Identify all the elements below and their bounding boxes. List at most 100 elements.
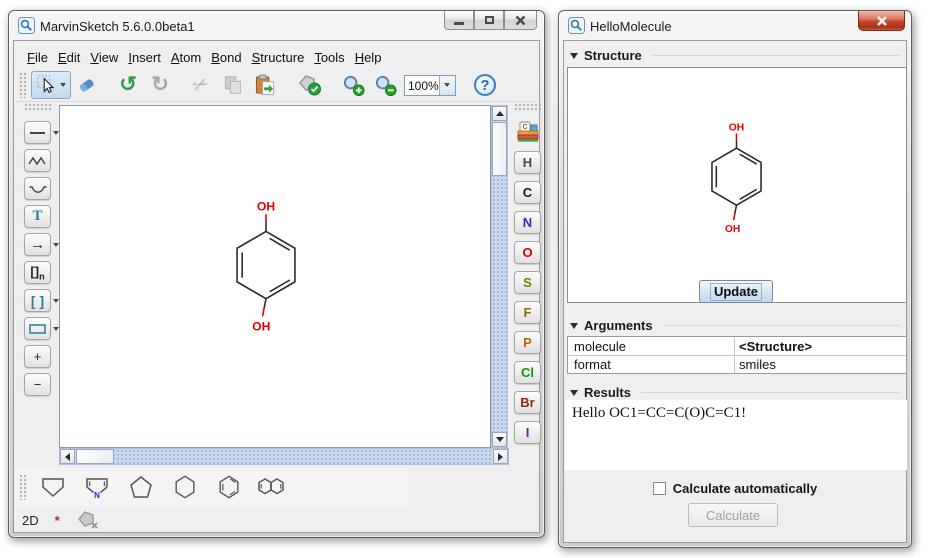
canvas-horizontal-scrollbar[interactable] [59,448,509,465]
dimension-indicator[interactable]: 2D [22,513,39,528]
results-section-header[interactable]: Results [570,385,900,400]
template-bar-grip[interactable] [19,474,28,500]
element-button-f[interactable]: F [514,301,541,324]
undo-button[interactable]: ↺ [112,71,144,99]
eraser-button[interactable] [71,71,103,99]
select-tool-dropdown[interactable] [60,83,66,87]
zoom-level-combo[interactable]: 100% [404,75,456,96]
select-tool-button[interactable] [31,71,71,99]
menu-edit[interactable]: Edit [58,50,80,65]
template-cyclopentane-button[interactable] [119,470,163,504]
structure-check-status-icon [76,510,100,530]
close-button[interactable] [858,11,905,31]
element-button-p[interactable]: P [514,331,541,354]
minimize-icon [454,22,464,25]
template-benzene-button[interactable] [207,470,251,504]
zoom-out-icon [373,74,398,97]
menu-tools[interactable]: Tools [314,50,344,65]
redo-icon: ↻ [151,75,169,95]
paste-button[interactable] [249,71,281,99]
menu-view[interactable]: View [90,50,118,65]
arrow-up-icon [496,111,504,116]
element-button-n[interactable]: N [514,211,541,234]
toolbar-grip[interactable] [19,72,28,98]
text-tool-icon: T [32,208,42,225]
calculate-button[interactable]: Calculate [688,503,778,527]
horizontal-scroll-thumb[interactable] [76,449,114,464]
minimize-button[interactable] [444,11,474,30]
section-title: Structure [584,48,642,63]
arguments-section-header[interactable]: Arguments [570,318,900,333]
hello-content: Structure OH OH Upda [563,40,907,543]
template-naphthalene-button[interactable] [251,470,295,504]
decrease-charge-button[interactable]: − [24,373,51,396]
zoom-out-button[interactable] [369,71,401,99]
template-pyrrole-button[interactable]: N [75,470,119,504]
scroll-up-button[interactable] [492,106,507,121]
molecule-structure[interactable]: OH OH [210,196,322,336]
template-cyclopentadiene-button[interactable] [31,470,75,504]
cut-button[interactable]: ✂ [185,71,217,99]
scroll-left-button[interactable] [60,449,75,464]
scroll-down-button[interactable] [492,432,507,447]
element-button-o[interactable]: O [514,241,541,264]
argument-name-cell[interactable]: format [568,356,735,373]
single-bond-icon [29,130,46,136]
element-button-i[interactable]: I [514,421,541,444]
hello-titlebar[interactable]: HelloMolecule [559,11,911,40]
results-text: Hello OC1=CC=C(O)C=C1! [572,405,746,421]
redo-button[interactable]: ↻ [144,71,176,99]
arc-tool-button[interactable] [24,177,51,200]
zoom-level-value[interactable]: 100% [405,76,439,95]
menu-insert[interactable]: Insert [128,50,161,65]
menu-file[interactable]: File [27,50,48,65]
element-button-cl[interactable]: Cl [514,361,541,384]
molecule-structure: OH OH [689,118,784,237]
check-structure-button[interactable] [290,71,328,99]
element-button-s[interactable]: S [514,271,541,294]
periodic-table-button[interactable]: C [514,120,542,144]
menu-structure[interactable]: Structure [252,50,305,65]
results-output-area[interactable]: Hello OC1=CC=C(O)C=C1! [565,400,907,470]
repeating-group-tool-button[interactable]: []n [24,261,51,284]
argument-name-cell[interactable]: molecule [568,337,735,355]
menu-bond[interactable]: Bond [211,50,241,65]
copy-button[interactable] [217,71,249,99]
close-icon [515,15,526,26]
update-button[interactable]: Update [699,280,773,303]
marvin-titlebar[interactable]: MarvinSketch 5.6.0.0beta1 [9,11,544,40]
structure-preview-panel[interactable]: OH OH Update [567,67,907,303]
element-button-h[interactable]: H [514,151,541,174]
zoom-combo-dropdown[interactable] [439,76,455,95]
marvin-content: File Edit View Insert Atom Bond Structur… [13,40,540,533]
scroll-right-button[interactable] [493,449,508,464]
help-button[interactable]: ? [469,71,501,99]
reaction-arrow-tool-button[interactable]: → [24,233,51,256]
zoom-in-button[interactable] [337,71,369,99]
maximize-button[interactable] [474,11,504,30]
table-row[interactable]: format smiles [568,355,906,373]
tool-column-grip[interactable] [24,103,52,112]
chain-tool-button[interactable] [24,149,51,172]
menu-help[interactable]: Help [355,50,382,65]
vertical-scroll-thumb[interactable] [492,122,507,176]
element-column-grip[interactable] [514,103,542,112]
argument-value-cell[interactable]: smiles [735,357,906,372]
rectangle-tool-button[interactable] [24,317,51,340]
hellomolecule-window: HelloMolecule Structure [558,10,912,548]
template-cyclohexane-button[interactable] [163,470,207,504]
text-tool-button[interactable]: T [24,205,51,228]
calculate-automatically-checkbox[interactable] [653,482,666,495]
argument-value-cell[interactable]: <Structure> [735,339,906,354]
bracket-tool-button[interactable]: [ ] [24,289,51,312]
single-bond-tool-button[interactable] [24,121,51,144]
structure-section-header[interactable]: Structure [570,48,900,63]
sketch-canvas[interactable]: OH OH [59,105,491,448]
close-button[interactable] [504,11,537,30]
canvas-vertical-scrollbar[interactable] [491,105,508,448]
element-button-c[interactable]: C [514,181,541,204]
menu-atom[interactable]: Atom [171,50,201,65]
element-button-br[interactable]: Br [514,391,541,414]
table-row[interactable]: molecule <Structure> [568,337,906,355]
increase-charge-button[interactable]: + [24,345,51,368]
